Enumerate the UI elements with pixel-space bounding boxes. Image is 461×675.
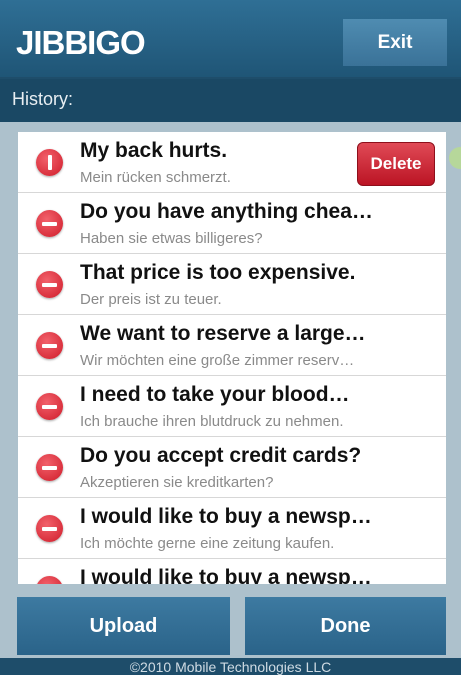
delete-toggle-icon[interactable] (36, 454, 63, 481)
item-title: Do you accept credit cards? (80, 444, 362, 467)
item-translation: Haben sie etwas billigeres? (80, 230, 263, 247)
item-translation: Akzeptieren sie kreditkarten? (80, 474, 274, 491)
delete-toggle-icon[interactable] (36, 271, 63, 298)
list-item[interactable]: That price is too expensive. Der preis i… (18, 254, 446, 315)
item-title: I would like to buy a newsp… (80, 505, 372, 528)
item-title: That price is too expensive. (80, 261, 356, 284)
item-translation: Wir möchten eine große zimmer reserv… (80, 352, 355, 369)
done-button[interactable]: Done (245, 597, 446, 655)
list-item[interactable]: Do you have anything chea… Haben sie etw… (18, 193, 446, 254)
app-logo: JIBBIGO (16, 24, 146, 61)
delete-toggle-icon[interactable] (36, 210, 63, 237)
delete-toggle-icon[interactable] (36, 576, 63, 584)
history-header: History: (0, 79, 461, 122)
item-title: Do you have anything chea… (80, 200, 373, 223)
delete-toggle-icon[interactable] (36, 149, 63, 176)
upload-button[interactable]: Upload (17, 597, 230, 655)
item-translation: Ich brauche ihren blutdruck zu nehmen. (80, 413, 344, 430)
list-item[interactable]: I would like to buy a newsp… Ich möchte … (18, 498, 446, 559)
delete-toggle-icon[interactable] (36, 393, 63, 420)
list-item[interactable]: My back hurts. Mein rücken schmerzt. Del… (18, 132, 446, 193)
copyright-text: ©2010 Mobile Technologies LLC (129, 659, 332, 675)
item-translation: Der preis ist zu teuer. (80, 291, 222, 308)
exit-button[interactable]: Exit (343, 19, 447, 66)
list-item[interactable]: I need to take your blood… Ich brauche i… (18, 376, 446, 437)
top-bar: JIBBIGO Exit (0, 0, 461, 77)
delete-toggle-icon[interactable] (36, 515, 63, 542)
item-title: I need to take your blood… (80, 383, 350, 406)
delete-button[interactable]: Delete (357, 142, 435, 186)
item-translation: Ich möchte gerne eine zeitung kaufen. (80, 535, 335, 552)
history-label: History: (12, 89, 74, 109)
footer: ©2010 Mobile Technologies LLC (0, 658, 461, 675)
delete-toggle-icon[interactable] (36, 332, 63, 359)
list-item[interactable]: Do you accept credit cards? Akzeptieren … (18, 437, 446, 498)
list-item[interactable]: I would like to buy a newsp… (18, 559, 446, 584)
item-title: I would like to buy a newsp… (80, 566, 372, 584)
item-title: We want to reserve a large… (80, 322, 366, 345)
history-list[interactable]: My back hurts. Mein rücken schmerzt. Del… (18, 132, 446, 584)
list-item[interactable]: We want to reserve a large… Wir möchten … (18, 315, 446, 376)
